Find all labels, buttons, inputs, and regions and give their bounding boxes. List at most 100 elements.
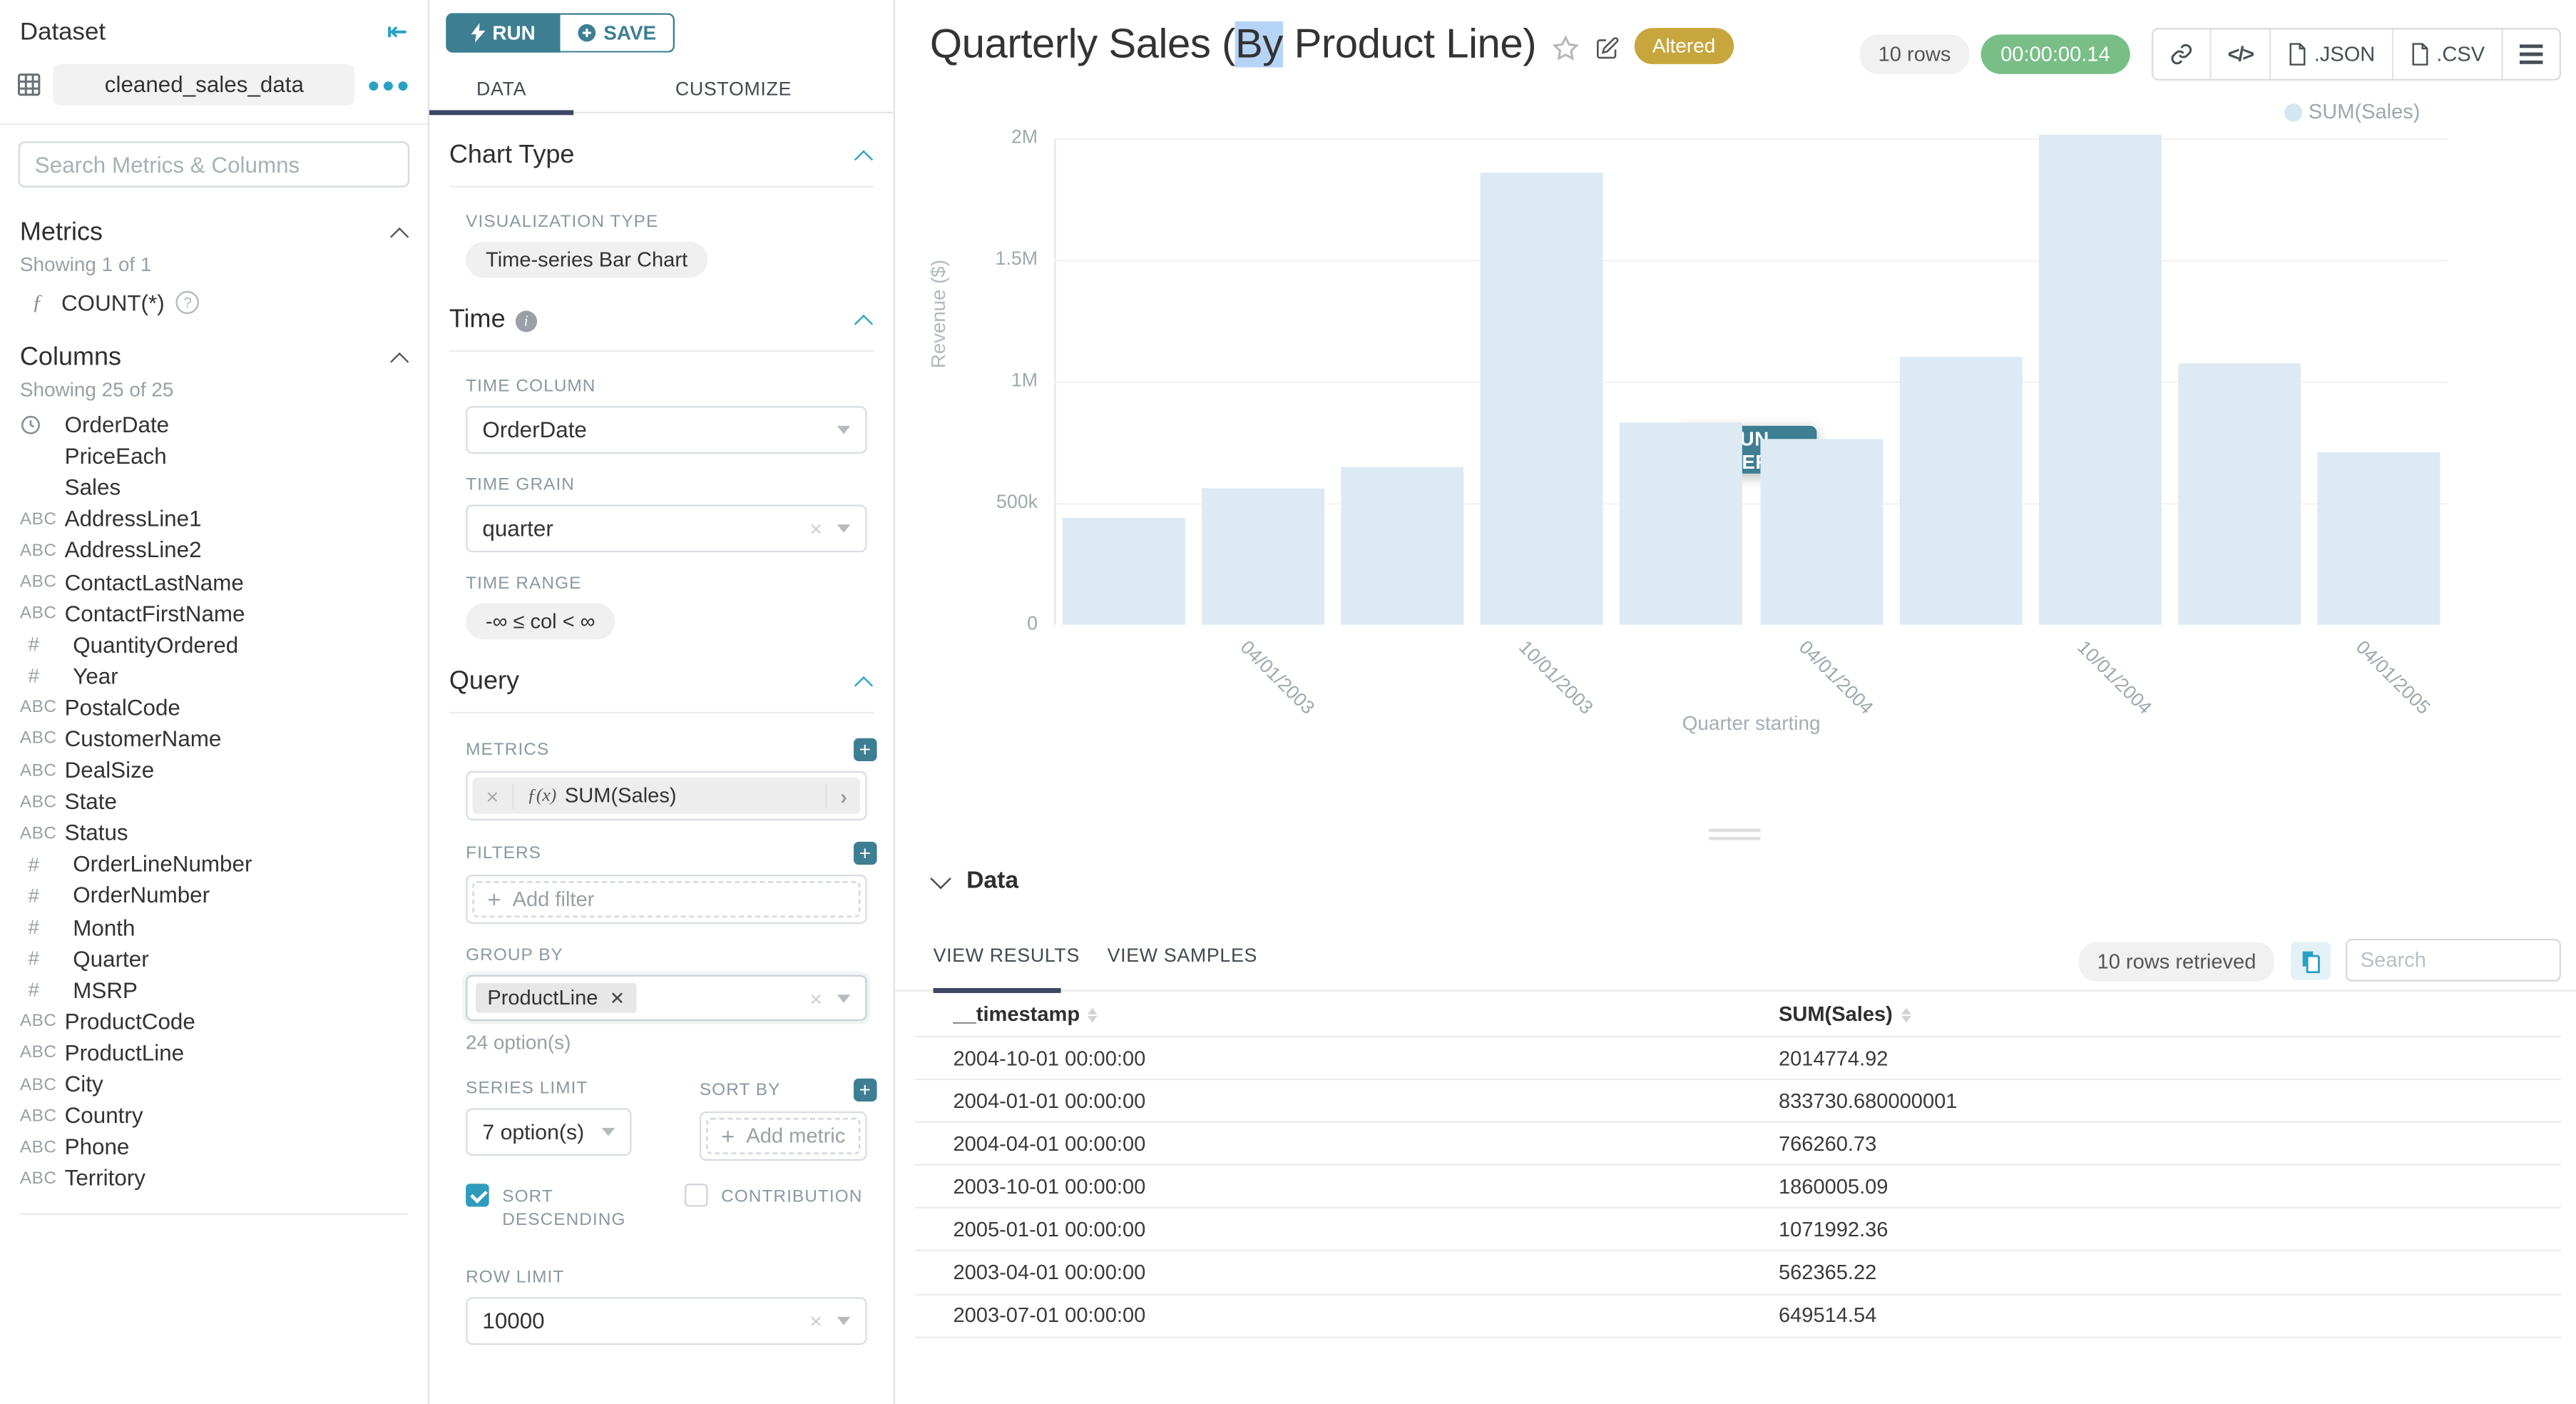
clear-icon[interactable]: × — [809, 1309, 822, 1334]
tab-customize[interactable]: CUSTOMIZE — [573, 67, 894, 111]
table-row[interactable]: 2004-01-01 00:00:00833730.680000001 — [915, 1079, 2561, 1121]
remove-metric-icon[interactable]: × — [472, 783, 513, 808]
column-list-item[interactable]: #OrderLineNumber — [0, 849, 428, 880]
contribution-checkbox[interactable] — [685, 1184, 708, 1206]
column-list-item[interactable]: Sales — [0, 472, 428, 504]
sort-icon[interactable] — [1088, 1007, 1098, 1022]
column-list-item[interactable]: ABCTerritory — [0, 1163, 428, 1194]
share-link-button[interactable] — [2153, 29, 2211, 78]
viz-type-pill[interactable]: Time-series Bar Chart — [466, 242, 707, 278]
column-list-item[interactable]: ABCCustomerName — [0, 723, 428, 755]
column-list-item[interactable]: ABCDealSize — [0, 755, 428, 786]
embed-code-button[interactable]: </> — [2211, 29, 2271, 78]
bar-2003-10-01[interactable] — [1481, 172, 1603, 624]
table-row[interactable]: 2004-04-01 00:00:00766260.73 — [915, 1121, 2561, 1164]
dataset-options-icon[interactable]: ●●● — [367, 74, 412, 96]
tab-view-samples[interactable]: VIEW SAMPLES — [1108, 947, 1257, 967]
column-list-item[interactable]: ABCStatus — [0, 818, 428, 849]
copy-data-button[interactable] — [2291, 942, 2331, 980]
column-list-item[interactable]: ABCProductLine — [0, 1037, 428, 1069]
column-header-timestamp[interactable]: __timestamp — [915, 1003, 1779, 1026]
column-list-item[interactable]: #MSRP — [0, 975, 428, 1006]
table-row[interactable]: 2005-01-01 00:00:001071992.36 — [915, 1207, 2561, 1250]
bar-2005-01-01[interactable] — [2178, 364, 2301, 625]
column-list-item[interactable]: ABCContactFirstName — [0, 598, 428, 629]
add-filter-dropzone[interactable]: + Add filter — [472, 881, 860, 917]
bar-2005-04-01[interactable] — [2317, 452, 2440, 624]
column-list-item[interactable]: ABCAddressLine1 — [0, 504, 428, 535]
column-list-item[interactable]: #Month — [0, 912, 428, 943]
tab-data[interactable]: DATA — [429, 67, 573, 111]
table-row[interactable]: 2003-04-01 00:00:00562365.22 — [915, 1251, 2561, 1293]
query-collapse-icon[interactable] — [854, 676, 873, 695]
tab-view-results[interactable]: VIEW RESULTS — [934, 947, 1080, 967]
series-limit-select[interactable]: 7 option(s) — [466, 1108, 631, 1156]
bar-2004-01-01[interactable] — [1620, 422, 1743, 624]
clear-icon[interactable]: × — [809, 517, 822, 541]
run-button[interactable]: RUN — [446, 13, 560, 52]
column-list-item[interactable]: ABCPostalCode — [0, 692, 428, 723]
add-sort-metric-button[interactable]: + — [854, 1079, 877, 1102]
bar-2003-01-01[interactable] — [1063, 518, 1185, 625]
bar-2004-04-01[interactable] — [1759, 438, 1882, 624]
time-collapse-icon[interactable] — [854, 315, 873, 333]
group-by-select[interactable]: ProductLine✕ × — [466, 975, 867, 1022]
x-axis-tick: 10/01/2003 — [1515, 638, 1596, 718]
table-row[interactable]: 2003-07-01 00:00:00649514.54 — [915, 1293, 2561, 1336]
column-list-item[interactable]: ABCProductCode — [0, 1006, 428, 1037]
chart-title[interactable]: Quarterly Sales (By Product Line) — [930, 21, 1536, 69]
chart-legend[interactable]: SUM(Sales) — [2284, 101, 2420, 123]
column-list-item[interactable]: ABCPhone — [0, 1131, 428, 1163]
sort-icon[interactable] — [1901, 1007, 1911, 1022]
bar-2003-04-01[interactable] — [1202, 488, 1324, 625]
sort-descending-checkbox[interactable] — [466, 1184, 489, 1206]
table-row[interactable]: 2004-10-01 00:00:002014774.92 — [915, 1036, 2561, 1079]
column-list-item[interactable]: ABCCountry — [0, 1100, 428, 1131]
help-icon[interactable]: ? — [176, 291, 200, 314]
collapse-panel-icon[interactable]: ⇤ — [387, 16, 408, 46]
column-list-item[interactable]: #Year — [0, 661, 428, 692]
time-grain-select[interactable]: quarter × — [466, 504, 867, 552]
column-list-item[interactable]: #Quarter — [0, 943, 428, 975]
columns-collapse-icon[interactable] — [390, 352, 409, 370]
remove-group-by-icon[interactable]: ✕ — [610, 987, 625, 1009]
column-list-item[interactable]: #OrderNumber — [0, 880, 428, 912]
column-list-item[interactable]: ABCCity — [0, 1069, 428, 1100]
group-by-value-pill[interactable]: ProductLine✕ — [476, 983, 636, 1012]
time-range-pill[interactable]: -∞ ≤ col < ∞ — [466, 604, 615, 640]
metric-pill[interactable]: × ƒ(x) SUM(Sales) › — [472, 778, 860, 814]
time-column-select[interactable]: OrderDate — [466, 406, 867, 454]
table-row[interactable]: 2003-10-01 00:00:001860005.09 — [915, 1164, 2561, 1207]
bar-2004-07-01[interactable] — [1899, 357, 2022, 625]
edit-title-icon[interactable] — [1595, 36, 1620, 61]
chart-type-collapse-icon[interactable] — [854, 151, 873, 169]
column-list-item[interactable]: OrderDate — [0, 410, 428, 441]
data-search-input[interactable] — [2346, 939, 2561, 982]
menu-button[interactable] — [2503, 29, 2560, 78]
row-limit-select[interactable]: 10000 × — [466, 1298, 867, 1346]
save-button[interactable]: SAVE — [561, 13, 675, 52]
metric-list-item[interactable]: ƒ COUNT(*) ? — [0, 276, 428, 319]
column-list-item[interactable]: PriceEach — [0, 441, 428, 472]
add-metric-button[interactable]: + — [854, 738, 877, 761]
data-collapse-icon[interactable] — [930, 868, 951, 888]
export-json-button[interactable]: .JSON — [2271, 29, 2393, 78]
bar-2003-07-01[interactable] — [1341, 467, 1464, 625]
altered-badge[interactable]: Altered — [1634, 27, 1734, 63]
column-header-sum-sales[interactable]: SUM(Sales) — [1779, 1003, 2561, 1026]
chevron-right-icon[interactable]: › — [827, 783, 860, 808]
panel-resize-handle[interactable] — [1709, 828, 1760, 845]
metrics-collapse-icon[interactable] — [390, 227, 409, 245]
column-list-item[interactable]: #QuantityOrdered — [0, 629, 428, 661]
dataset-name-button[interactable]: cleaned_sales_data — [53, 64, 355, 106]
clear-icon[interactable]: × — [809, 986, 822, 1011]
sidebar-search-input[interactable] — [19, 141, 410, 188]
favorite-star-icon[interactable] — [1551, 34, 1580, 61]
export-csv-button[interactable]: .CSV — [2393, 29, 2503, 78]
column-list-item[interactable]: ABCAddressLine2 — [0, 535, 428, 566]
column-list-item[interactable]: ABCContactLastName — [0, 566, 428, 598]
add-filter-button[interactable]: + — [854, 842, 877, 865]
column-list-item[interactable]: ABCState — [0, 786, 428, 818]
bar-2004-10-01[interactable] — [2038, 135, 2161, 625]
add-sort-metric-dropzone[interactable]: + Add metric — [706, 1118, 860, 1154]
